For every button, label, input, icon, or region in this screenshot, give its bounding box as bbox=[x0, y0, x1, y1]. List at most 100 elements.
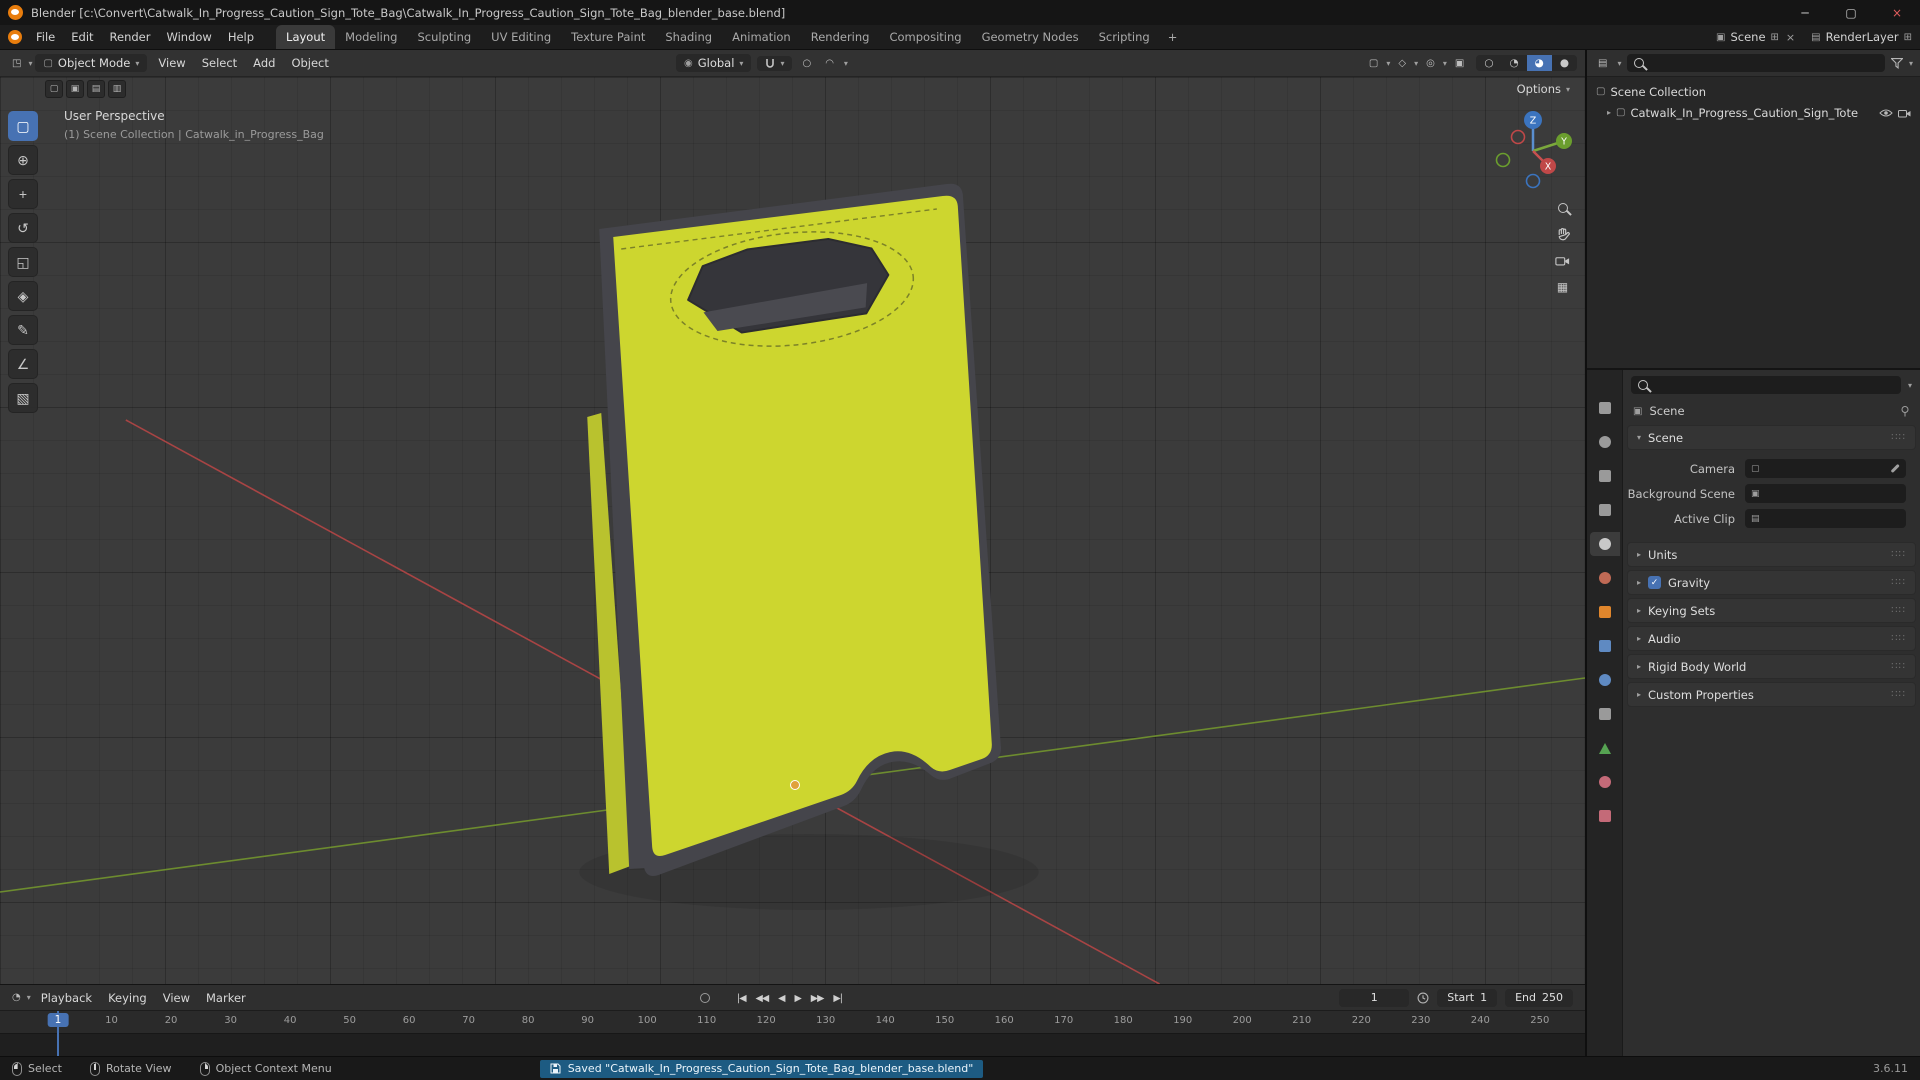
options-dropdown[interactable]: Options ▾ bbox=[1517, 82, 1570, 96]
move-tool[interactable]: + bbox=[8, 179, 38, 209]
maximize-button[interactable]: ▢ bbox=[1828, 0, 1874, 25]
menu-item[interactable]: Edit bbox=[63, 27, 101, 47]
workspace-tab[interactable]: UV Editing bbox=[481, 25, 561, 49]
transport-button[interactable]: ◀ bbox=[773, 991, 789, 1006]
scene-panel-header[interactable]: ▾ Scene ∷∷ bbox=[1627, 425, 1916, 450]
panel-grip-icon[interactable]: ∷∷ bbox=[1891, 577, 1906, 588]
chevron-down-icon[interactable]: ▾ bbox=[1443, 59, 1447, 68]
select-mode-button[interactable]: ▣ bbox=[66, 80, 84, 98]
timeline-menu-item[interactable]: Marker bbox=[198, 988, 254, 1008]
timeline-ruler[interactable]: 1020304050607080901001101201301401501601… bbox=[0, 1011, 1585, 1056]
panel-header[interactable]: ▸ Custom Properties ∷∷ bbox=[1627, 682, 1916, 707]
zoom-icon[interactable] bbox=[1558, 203, 1568, 213]
constraints-tab[interactable] bbox=[1590, 702, 1620, 726]
current-frame-field[interactable]: 1 bbox=[1339, 989, 1409, 1007]
expand-icon[interactable]: ▸ bbox=[1607, 108, 1611, 117]
gizmos-toggle-icon[interactable]: ◇ bbox=[1394, 56, 1410, 71]
cursor-tool[interactable]: ⊕ bbox=[8, 145, 38, 175]
viewport-3d[interactable]: ▢▣▤▥ User Perspective (1) Scene Collecti… bbox=[0, 77, 1585, 984]
transform-tool[interactable]: ◈ bbox=[8, 281, 38, 311]
panel-grip-icon[interactable]: ∷∷ bbox=[1891, 633, 1906, 644]
transport-button[interactable]: ◀◀ bbox=[751, 991, 774, 1006]
viewport-menu-item[interactable]: View bbox=[150, 53, 193, 73]
field-input[interactable]: ▤ bbox=[1745, 509, 1906, 528]
chevron-down-icon[interactable]: ▾ bbox=[1909, 59, 1913, 68]
outliner-editor-icon[interactable]: ▤ bbox=[1594, 56, 1611, 71]
navigation-gizmo[interactable]: Z Y X bbox=[1487, 101, 1579, 193]
viewport-menu-item[interactable]: Add bbox=[245, 53, 283, 73]
playhead-frame-badge[interactable]: 1 bbox=[48, 1013, 69, 1027]
eyedropper-icon[interactable] bbox=[1889, 463, 1900, 474]
transport-button[interactable]: ▶▶ bbox=[806, 991, 829, 1006]
pan-hand-icon[interactable] bbox=[1556, 227, 1570, 241]
add-workspace-button[interactable]: + bbox=[1160, 30, 1186, 44]
pin-icon[interactable] bbox=[1900, 405, 1910, 418]
world-tab[interactable] bbox=[1590, 566, 1620, 590]
tool-tab[interactable] bbox=[1590, 396, 1620, 420]
panel-header[interactable]: ▸ Units ∷∷ bbox=[1627, 542, 1916, 567]
timeline-menu-item[interactable]: Keying bbox=[100, 988, 155, 1008]
overlays-toggle-icon[interactable]: ◎ bbox=[1422, 56, 1439, 71]
close-button[interactable]: × bbox=[1874, 0, 1920, 25]
transport-button[interactable]: ▶ bbox=[789, 991, 805, 1006]
texture-tab[interactable] bbox=[1590, 804, 1620, 828]
view-layer-selector[interactable]: ▤ RenderLayer ⊞ bbox=[1811, 30, 1912, 44]
properties-search-input[interactable] bbox=[1631, 376, 1901, 394]
panel-grip-icon[interactable]: ∷∷ bbox=[1891, 432, 1906, 443]
workspace-tab[interactable]: Layout bbox=[276, 25, 335, 49]
editor-type-dropdown-icon[interactable]: ▾ bbox=[28, 59, 32, 68]
field-input[interactable]: ▢ bbox=[1745, 459, 1906, 478]
shading-solid[interactable]: ◔ bbox=[1501, 55, 1526, 71]
minimize-button[interactable]: ─ bbox=[1782, 0, 1828, 25]
ortho-grid-icon[interactable]: ▦ bbox=[1557, 280, 1568, 294]
annotate-tool[interactable]: ✎ bbox=[8, 315, 38, 345]
viewport-menu-item[interactable]: Select bbox=[194, 53, 245, 73]
filter-dropdown-icon[interactable]: ▾ bbox=[1908, 381, 1912, 390]
workspace-tab[interactable]: Shading bbox=[655, 25, 722, 49]
chevron-down-icon[interactable]: ▾ bbox=[844, 59, 848, 68]
chevron-down-icon[interactable]: ▾ bbox=[1386, 59, 1390, 68]
orientation-dropdown[interactable]: ◉ Global ▾ bbox=[676, 54, 751, 72]
outliner-search-input[interactable] bbox=[1627, 54, 1885, 72]
blender-menu-icon[interactable] bbox=[8, 30, 22, 44]
frame-end-field[interactable]: End 250 bbox=[1505, 989, 1573, 1007]
auto-key-record-icon[interactable] bbox=[700, 993, 710, 1003]
field-input[interactable]: ▣ bbox=[1745, 484, 1906, 503]
object-data-tab[interactable] bbox=[1590, 736, 1620, 760]
scale-tool[interactable]: ◱ bbox=[8, 247, 38, 277]
filter-funnel-icon[interactable] bbox=[1891, 58, 1903, 69]
scene-tab[interactable] bbox=[1590, 532, 1620, 556]
workspace-tab[interactable]: Scripting bbox=[1089, 25, 1160, 49]
shading-material-preview[interactable]: ◕ bbox=[1527, 55, 1552, 71]
collection-row[interactable]: ▸ ▢ Catwalk_In_Progress_Caution_Sign_Tot… bbox=[1591, 102, 1916, 123]
view-layer-tab[interactable] bbox=[1590, 498, 1620, 522]
visibility-icon[interactable]: ▢ bbox=[1365, 56, 1382, 71]
physics-tab[interactable] bbox=[1590, 668, 1620, 692]
panel-header[interactable]: ▸ Rigid Body World ∷∷ bbox=[1627, 654, 1916, 679]
shading-rendered[interactable]: ● bbox=[1552, 55, 1577, 71]
object-tab[interactable] bbox=[1590, 600, 1620, 624]
falloff-icon[interactable]: ◠ bbox=[821, 56, 838, 71]
add-cube-tool[interactable]: ▧ bbox=[8, 383, 38, 413]
workspace-tab[interactable]: Rendering bbox=[801, 25, 880, 49]
menu-item[interactable]: Help bbox=[220, 27, 262, 47]
material-tab[interactable] bbox=[1590, 770, 1620, 794]
panel-grip-icon[interactable]: ∷∷ bbox=[1891, 661, 1906, 672]
hide-viewport-eye-icon[interactable] bbox=[1879, 108, 1893, 118]
disable-render-camera-icon[interactable] bbox=[1898, 108, 1911, 118]
editor-type-icon[interactable]: ◳ bbox=[8, 56, 25, 71]
select-mode-button[interactable]: ▥ bbox=[108, 80, 126, 98]
checkbox-checked[interactable]: ✓ bbox=[1648, 576, 1661, 589]
jump-to-start-button[interactable] bbox=[721, 996, 731, 1000]
mode-dropdown[interactable]: ▢ Object Mode ▾ bbox=[35, 54, 147, 72]
workspace-tab[interactable]: Modeling bbox=[335, 25, 407, 49]
panel-header[interactable]: ▸ Keying Sets ∷∷ bbox=[1627, 598, 1916, 623]
measure-tool[interactable]: ∠ bbox=[8, 349, 38, 379]
panel-grip-icon[interactable]: ∷∷ bbox=[1891, 605, 1906, 616]
chevron-down-icon[interactable]: ▾ bbox=[1414, 59, 1418, 68]
select-mode-button[interactable]: ▤ bbox=[87, 80, 105, 98]
timeline-editor-icon[interactable]: ◔ bbox=[8, 990, 25, 1005]
workspace-tab[interactable]: Texture Paint bbox=[561, 25, 655, 49]
chevron-down-icon[interactable]: ▾ bbox=[1617, 59, 1621, 68]
chevron-down-icon[interactable]: ▾ bbox=[27, 993, 31, 1002]
